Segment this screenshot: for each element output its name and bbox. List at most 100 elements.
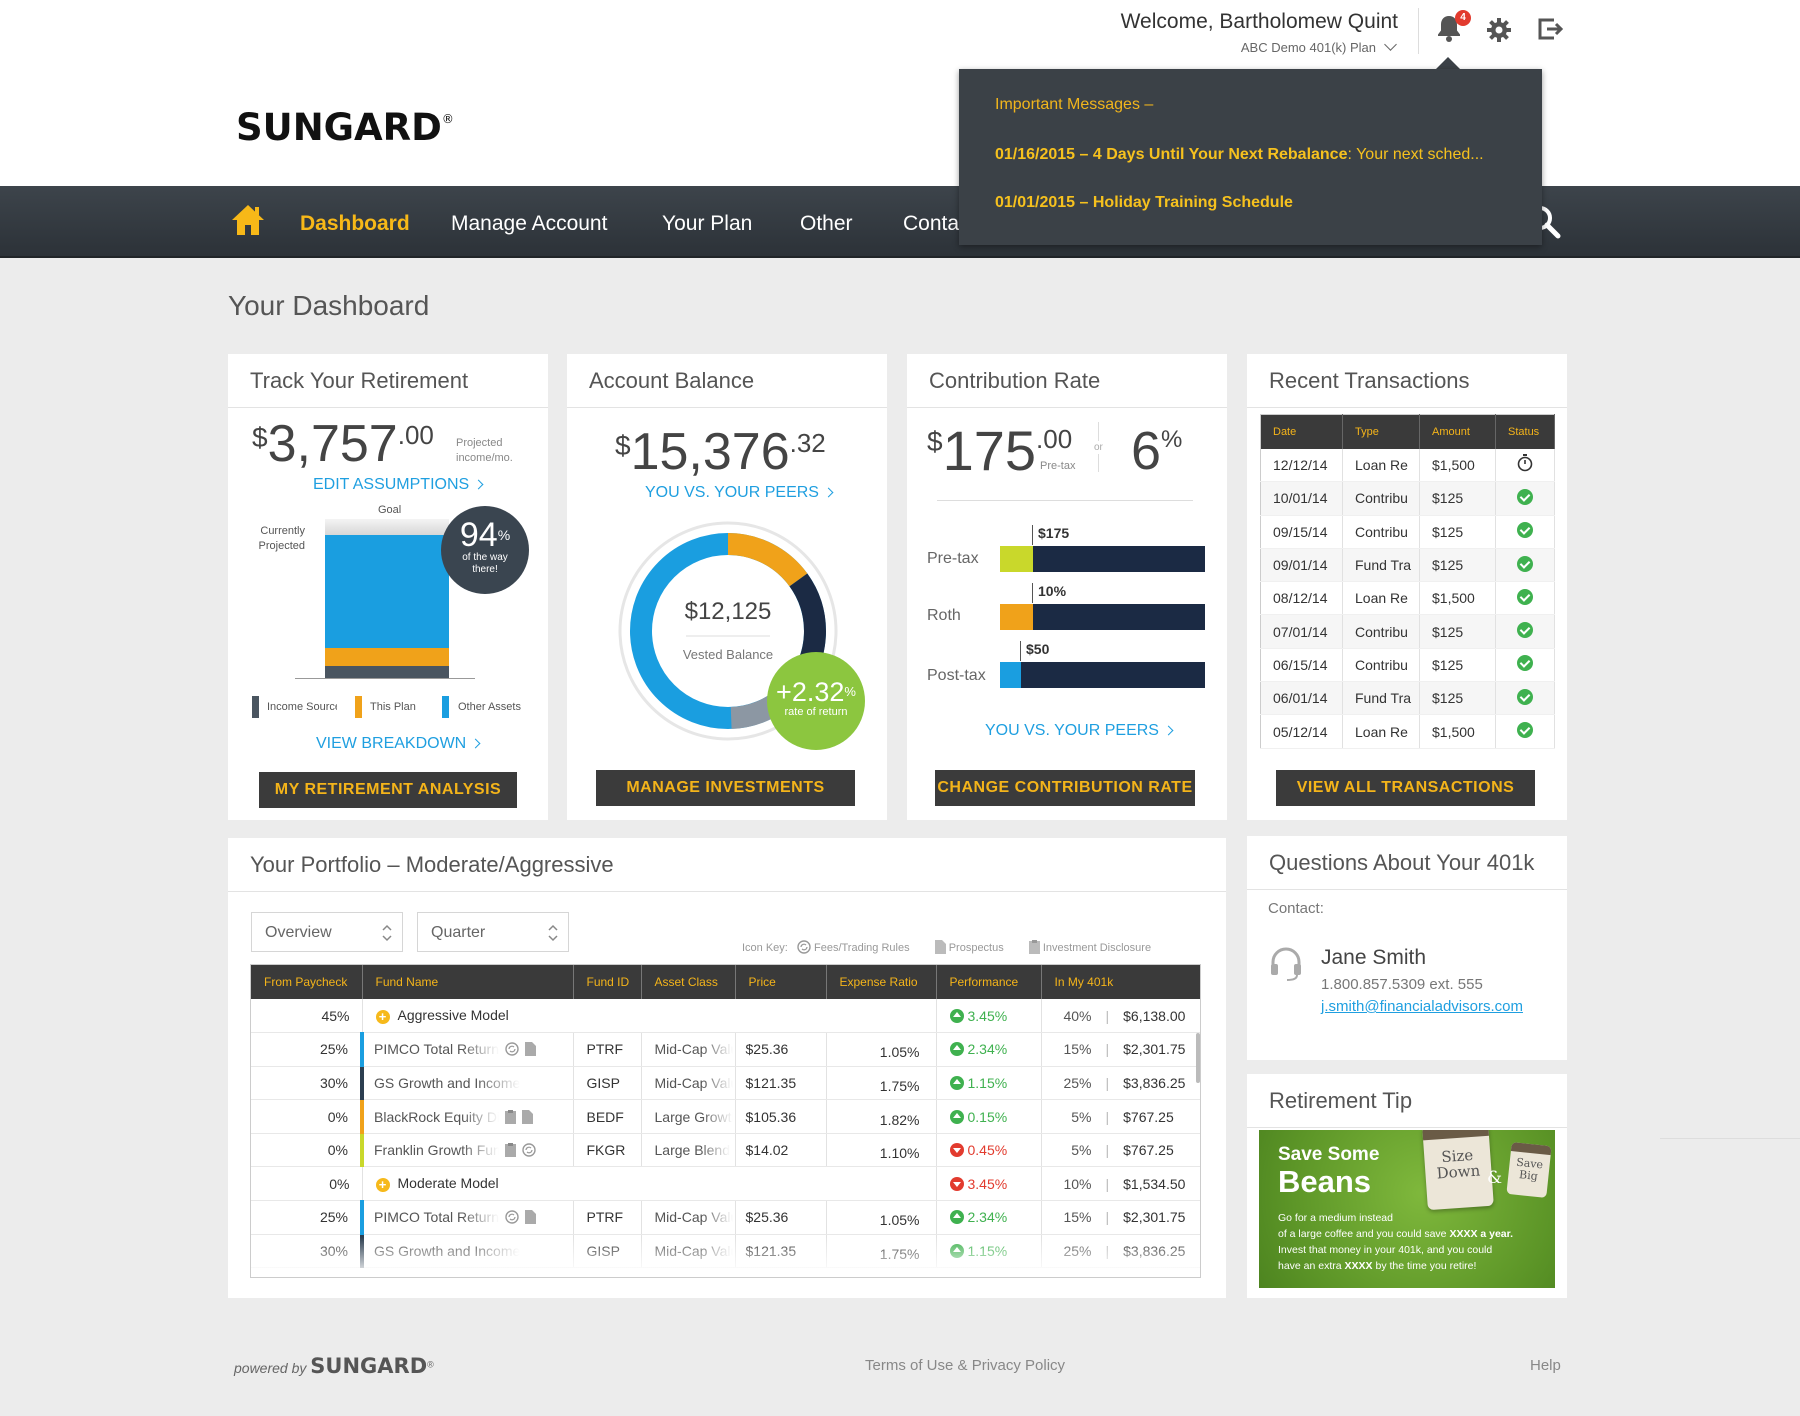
cell-type: Loan Re xyxy=(1342,581,1420,616)
tip-banner[interactable]: Save Some Beans Size Down & Save Big Go fo… xyxy=(1259,1130,1555,1288)
allocation-value: $6,138.00 xyxy=(1123,1007,1186,1024)
footer-logo[interactable]: SUNGARD xyxy=(310,1354,427,1378)
column-header[interactable]: From Paycheck xyxy=(251,965,363,999)
table-scrollbar[interactable] xyxy=(1196,1033,1200,1083)
table-row[interactable]: 08/12/14 Loan Re $1,500 xyxy=(1260,581,1555,616)
disclosure-icon[interactable] xyxy=(505,1109,516,1124)
table-row[interactable]: 12/12/14 Loan Re $1,500 xyxy=(1260,448,1555,483)
table-row[interactable]: 06/01/14 Fund Tra $125 xyxy=(1260,681,1555,716)
period-select[interactable]: Quarter xyxy=(417,912,569,952)
prospectus-icon[interactable] xyxy=(522,1109,533,1124)
column-header[interactable]: Date xyxy=(1260,414,1343,449)
manage-investments-button[interactable]: MANAGE INVESTMENTS xyxy=(596,770,855,806)
table-row[interactable]: 07/01/14 Contribu $125 xyxy=(1260,614,1555,649)
nav-other[interactable]: Other xyxy=(800,212,853,236)
prospectus-icon[interactable] xyxy=(525,1042,536,1057)
view-all-transactions-button[interactable]: VIEW ALL TRANSACTIONS xyxy=(1276,770,1535,806)
fund-row[interactable]: 0% Franklin Growth Fund FKGR Large Blend $14… xyxy=(251,1133,1200,1168)
cell-separator: | xyxy=(1105,1175,1110,1192)
column-header[interactable]: Asset Class xyxy=(641,965,736,999)
cell-performance: 3.45% xyxy=(936,1166,1042,1202)
sungard-logo[interactable]: SUNGARD® xyxy=(236,106,454,149)
nav-manage-account[interactable]: Manage Account xyxy=(451,212,607,236)
performance-value: 0.15% xyxy=(967,1108,1008,1125)
popup-title: Important Messages – xyxy=(995,96,1154,113)
amount-cents: .00 xyxy=(397,420,434,450)
model-name: Moderate Model xyxy=(397,1175,499,1192)
roth-track[interactable] xyxy=(1033,604,1205,630)
retirement-analysis-button[interactable]: MY RETIREMENT ANALYSIS xyxy=(259,772,517,808)
model-row[interactable]: 45% + Aggressive Model 3.45% 40% | $6,138.00 xyxy=(251,999,1200,1034)
home-icon[interactable] xyxy=(230,203,266,237)
notification-message[interactable]: 01/01/2015 – Holiday Training Schedule xyxy=(995,194,1293,212)
fund-row[interactable]: 30% GS Growth and Income GISP Mid-Cap Value… xyxy=(251,1066,1200,1101)
peers-link[interactable]: YOU VS. YOUR PEERS xyxy=(645,484,834,502)
table-row[interactable]: 05/12/14 Loan Re $1,500 xyxy=(1260,714,1555,749)
fund-row[interactable]: 25% PIMCO Total Return Fund PTRF Mid-Cap Va… xyxy=(251,1032,1200,1067)
fees-icon[interactable] xyxy=(522,1143,536,1157)
column-header[interactable]: Expense Ratio xyxy=(826,965,937,999)
column-header[interactable]: Price xyxy=(735,965,827,999)
cell-fund-name[interactable]: Franklin Growth Fund xyxy=(360,1133,574,1168)
table-row[interactable]: 06/15/14 Contribu $125 xyxy=(1260,648,1555,683)
card-divider xyxy=(1247,889,1567,890)
edit-assumptions-link[interactable]: EDIT ASSUMPTIONS xyxy=(313,476,484,494)
change-contribution-button[interactable]: CHANGE CONTRIBUTION RATE xyxy=(935,770,1195,806)
expand-plus-icon[interactable]: + xyxy=(375,1178,390,1193)
view-breakdown-link[interactable]: VIEW BREAKDOWN xyxy=(316,735,481,753)
powered-by: powered by SUNGARD® xyxy=(234,1354,434,1378)
marker-line xyxy=(1032,583,1033,603)
cell-fund-name[interactable]: PIMCO Total Return Fund xyxy=(360,1032,574,1067)
asset-class: Large Growth xyxy=(654,1108,733,1125)
table-row[interactable]: 09/01/14 Fund Tra $125 xyxy=(1260,548,1555,583)
notification-body: : Your next sched... xyxy=(1347,146,1484,163)
cell-fund-name[interactable]: BlackRock Equity Dividend xyxy=(360,1099,574,1134)
cell-in-my-401k: 10% | $1,534.50 xyxy=(1041,1166,1200,1202)
cell-status xyxy=(1495,448,1555,483)
help-link[interactable]: Help xyxy=(1530,1357,1561,1374)
posttax-track[interactable] xyxy=(1021,662,1205,688)
terms-link[interactable]: Terms of Use & Privacy Policy xyxy=(865,1357,1065,1374)
fees-icon[interactable] xyxy=(505,1210,519,1225)
cell-price: $105.36 xyxy=(735,1099,827,1134)
column-header[interactable]: Type xyxy=(1342,414,1420,449)
peers-link[interactable]: YOU VS. YOUR PEERS xyxy=(985,722,1174,740)
fees-icon[interactable] xyxy=(505,1042,519,1057)
column-header[interactable]: Fund Name xyxy=(362,965,574,999)
notification-message[interactable]: 01/16/2015 – 4 Days Until Your Next Reba… xyxy=(995,146,1484,164)
cell-fund-name[interactable]: PIMCO Total Return Fund xyxy=(360,1200,574,1235)
expand-plus-icon[interactable]: + xyxy=(375,1010,390,1025)
fund-row[interactable]: 25% PIMCO Total Return Fund PTRF Mid-Cap Va… xyxy=(251,1200,1200,1235)
contact-label: Contact: xyxy=(1268,900,1324,917)
nav-dashboard[interactable]: Dashboard xyxy=(300,212,410,236)
cell-fund-name[interactable]: GS Growth and Income xyxy=(360,1066,574,1101)
section-divider xyxy=(937,500,1193,501)
model-row[interactable]: 0% + Moderate Model 3.45% 10% | $1,534.50 xyxy=(251,1166,1200,1202)
goal-gap xyxy=(325,519,449,535)
chevron-right-icon xyxy=(1163,725,1174,736)
headset-icon xyxy=(1271,947,1301,981)
disclosure-icon[interactable] xyxy=(505,1143,516,1158)
table-row[interactable]: 10/01/14 Contribu $125 xyxy=(1260,481,1555,516)
pretax-track[interactable] xyxy=(1033,546,1205,572)
other-assets-bar xyxy=(325,535,449,648)
gear-icon[interactable] xyxy=(1486,17,1512,43)
column-header[interactable]: In My 401k xyxy=(1041,965,1200,999)
chevron-down-icon xyxy=(1384,38,1397,51)
cell-type: Contribu xyxy=(1342,481,1420,516)
column-header[interactable]: Amount xyxy=(1419,414,1496,449)
column-header[interactable]: Status xyxy=(1495,414,1555,449)
notification-badge: 4 xyxy=(1455,10,1471,26)
table-row[interactable]: 09/15/14 Contribu $125 xyxy=(1260,515,1555,549)
logout-icon[interactable] xyxy=(1536,16,1564,42)
view-select[interactable]: Overview xyxy=(251,912,403,952)
plan-selector[interactable]: ABC Demo 401(k) Plan xyxy=(1241,38,1397,55)
column-header[interactable]: Fund ID xyxy=(573,965,642,999)
prospectus-icon[interactable] xyxy=(525,1210,536,1225)
contact-email-link[interactable]: j.smith@financialadvisors.com xyxy=(1321,998,1523,1015)
nav-your-plan[interactable]: Your Plan xyxy=(662,212,752,236)
column-header[interactable]: Performance xyxy=(936,965,1042,999)
card-divider xyxy=(1247,407,1567,408)
fund-row[interactable]: 0% BlackRock Equity Dividend BEDF Large Gro… xyxy=(251,1099,1200,1134)
legend-other-assets: Other Assets xyxy=(458,701,521,713)
